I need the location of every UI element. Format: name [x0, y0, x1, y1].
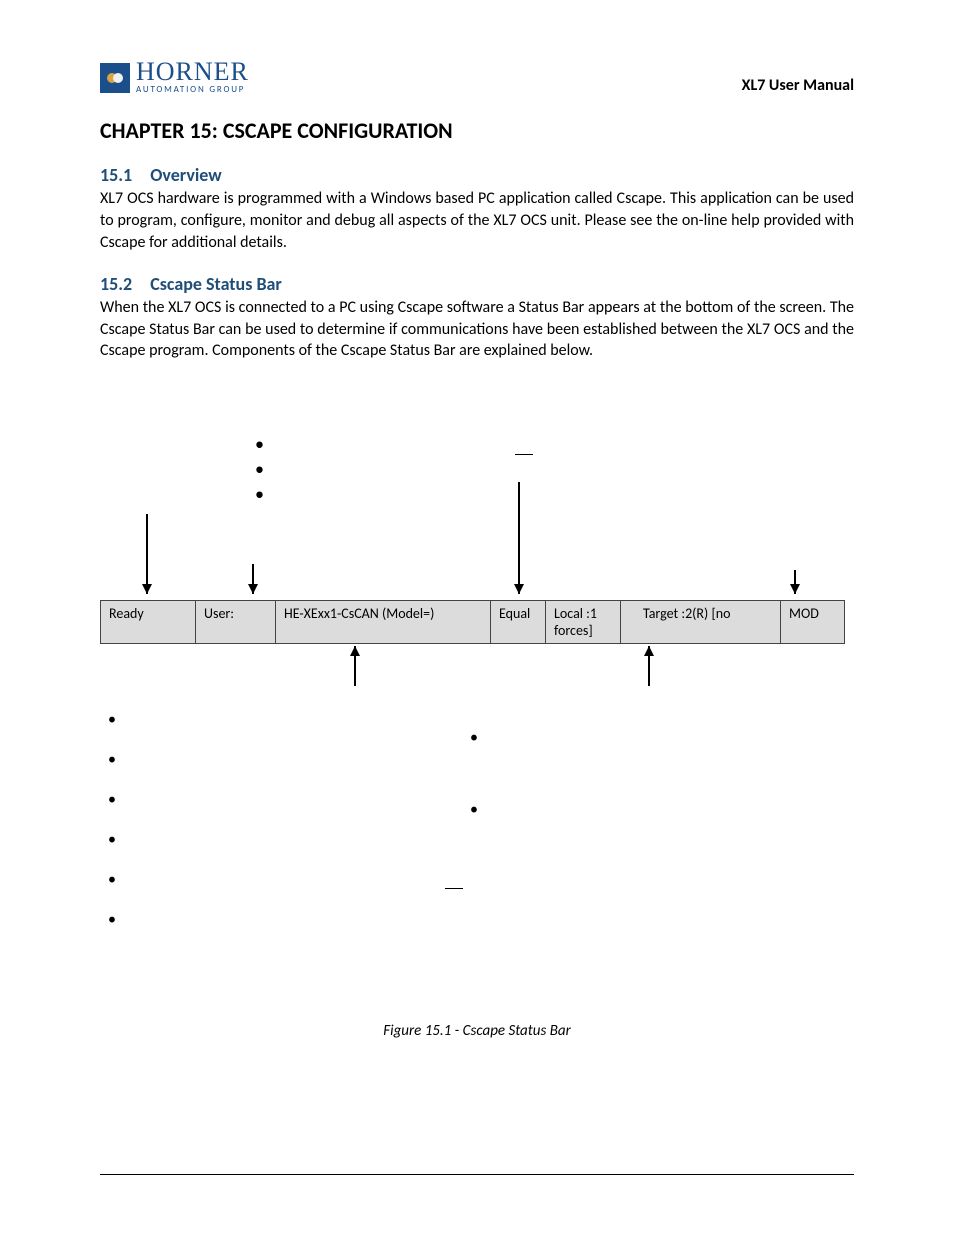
status-local-line2: forces] — [554, 622, 593, 639]
section-title: Overview — [150, 164, 221, 186]
top-bullet-list — [255, 432, 264, 508]
status-local-line1: Local :1 — [554, 605, 597, 622]
status-ready: Ready — [101, 601, 196, 643]
logo-subtitle: AUTOMATION GROUP — [136, 84, 249, 95]
logo: HORNER AUTOMATION GROUP — [100, 60, 249, 95]
section-15-1-body: XL7 OCS hardware is programmed with a Wi… — [100, 188, 854, 253]
logo-name: HORNER — [136, 60, 249, 83]
section-number: 15.1 — [100, 164, 132, 186]
bottom-right-bullets — [470, 730, 478, 874]
status-local: Local :1 forces] — [546, 601, 621, 643]
chapter-title: CHAPTER 15: CSCAPE CONFIGURATION — [100, 117, 854, 144]
section-15-1-heading: 15.1 Overview — [100, 164, 854, 186]
figure-caption: Figure 15.1 - Cscape Status Bar — [100, 1022, 854, 1040]
status-target: Target :2(R) [no — [621, 601, 781, 643]
status-user: User: — [196, 601, 276, 643]
footer-rule — [100, 1174, 854, 1175]
status-model: HE-XExx1-CsCAN (Model=) — [276, 601, 491, 643]
section-title: Cscape Status Bar — [150, 273, 282, 295]
underline-mark — [515, 454, 533, 456]
bottom-left-bullets — [108, 712, 488, 952]
cscape-status-bar: Ready User: HE-XExx1-CsCAN (Model=) Equa… — [100, 600, 845, 644]
manual-title: XL7 User Manual — [742, 76, 854, 95]
page-header: HORNER AUTOMATION GROUP XL7 User Manual — [100, 60, 854, 95]
section-15-2-body: When the XL7 OCS is connected to a PC us… — [100, 297, 854, 362]
diagram-area: Ready User: HE-XExx1-CsCAN (Model=) Equa… — [100, 392, 854, 1012]
section-number: 15.2 — [100, 273, 132, 295]
underline-mark-lower — [445, 888, 463, 890]
logo-icon — [100, 63, 130, 93]
section-15-2-heading: 15.2 Cscape Status Bar — [100, 273, 854, 295]
status-mod: MOD — [781, 601, 836, 643]
status-equal: Equal — [491, 601, 546, 643]
